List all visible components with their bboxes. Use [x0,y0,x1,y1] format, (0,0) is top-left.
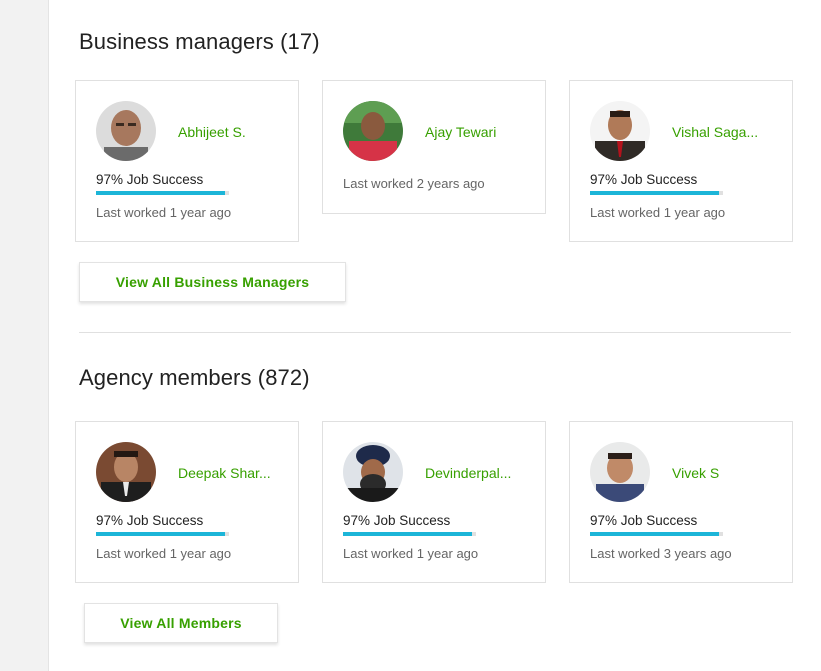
member-name[interactable]: Vivek S [672,465,719,481]
agency-member-card[interactable]: Devinderpal... 97% Job Success Last work… [322,421,546,583]
agency-members-heading: Agency members (872) [79,365,310,390]
main-panel: Business managers (17) Abhijeet S. 97% J… [48,0,821,671]
job-success-bar [590,191,723,195]
job-success-label: 97% Job Success [96,513,204,528]
agency-member-card[interactable]: Deepak Shar... 97% Job Success Last work… [75,421,299,583]
last-worked-text: Last worked 2 years ago [343,176,485,191]
job-success-label: 97% Job Success [590,172,698,187]
business-manager-card[interactable]: Ajay Tewari Last worked 2 years ago [322,80,546,214]
member-name[interactable]: Abhijeet S. [178,124,246,140]
view-all-business-managers-button[interactable]: View All Business Managers [79,262,346,302]
business-managers-heading: Business managers (17) [79,29,320,54]
last-worked-text: Last worked 1 year ago [590,205,726,220]
avatar[interactable] [590,101,650,161]
job-success-bar-fill [96,191,225,195]
member-name[interactable]: Devinderpal... [425,465,511,481]
job-success-bar [96,532,229,536]
job-success-bar [96,191,229,195]
last-worked-text: Last worked 3 years ago [590,546,732,561]
last-worked-text: Last worked 1 year ago [96,205,232,220]
avatar[interactable] [96,101,156,161]
job-success-bar-fill [590,532,719,536]
business-manager-card[interactable]: Vishal Saga... 97% Job Success Last work… [569,80,793,242]
job-success-bar-fill [96,532,225,536]
job-success-label: 97% Job Success [96,172,204,187]
job-success-label: 97% Job Success [590,513,698,528]
avatar[interactable] [590,442,650,502]
section-divider [79,332,791,333]
business-manager-card[interactable]: Abhijeet S. 97% Job Success Last worked … [75,80,299,242]
job-success-bar [590,532,723,536]
job-success-bar [343,532,476,536]
job-success-bar-fill [590,191,719,195]
last-worked-text: Last worked 1 year ago [343,546,479,561]
agency-member-card[interactable]: Vivek S 97% Job Success Last worked 3 ye… [569,421,793,583]
member-name[interactable]: Ajay Tewari [425,124,496,140]
avatar[interactable] [96,442,156,502]
last-worked-text: Last worked 1 year ago [96,546,232,561]
view-all-members-button[interactable]: View All Members [84,603,278,643]
job-success-bar-fill [343,532,472,536]
avatar[interactable] [343,442,403,502]
avatar[interactable] [343,101,403,161]
job-success-label: 97% Job Success [343,513,451,528]
member-name[interactable]: Vishal Saga... [672,124,758,140]
member-name[interactable]: Deepak Shar... [178,465,271,481]
